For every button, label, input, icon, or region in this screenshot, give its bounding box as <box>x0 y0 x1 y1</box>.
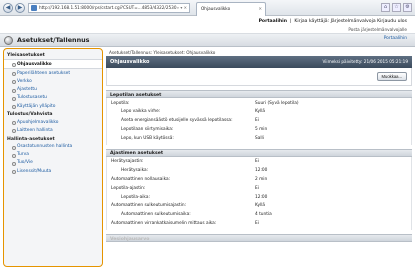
settings-row: Lepo, kun USB käytössä: Salli <box>107 134 411 143</box>
settings-row: Lepotilaan siirtymisaika: 5 min <box>107 125 411 134</box>
setting-value: Suuri (Syvä lepotila) <box>255 100 299 106</box>
sidebar-item[interactable]: Verkko <box>4 77 102 85</box>
main-content: Asetukset/Tallennus: Yleisasetukset: Ohj… <box>106 48 412 280</box>
setting-value: 5 min <box>255 126 268 132</box>
setting-value: Salli <box>255 135 264 141</box>
section-title: Ohjausvalikko <box>110 59 150 65</box>
setting-label: Lepotila-ajastin: <box>111 185 146 191</box>
app-title: Asetukset/Tallennus <box>17 36 90 44</box>
setting-label: Automaattinen nollausaika: <box>111 177 171 183</box>
edit-button[interactable]: Muokkaa... <box>376 72 407 81</box>
settings-row: Lepotila-ajastin: Ei <box>107 184 411 193</box>
sidebar: Yleisasetukset Ohjausvalikko Paperilähteen… <box>3 48 103 267</box>
home-icon[interactable]: ⌂ <box>381 3 390 12</box>
faded-group-heading: Vesiohjausarvo <box>106 234 412 243</box>
sidebar-item[interactable]: Ohjausvalikko <box>4 59 102 70</box>
setting-value: Kyllä <box>255 109 266 115</box>
setting-value: 12:00 <box>255 194 268 200</box>
settings-row: Herätysajastin: Ei <box>107 158 411 167</box>
setting-label: Automaattinen virrankatkaisumelin mittau… <box>111 221 217 227</box>
setting-value: Ei <box>255 159 259 165</box>
setting-label: Herätysaika: <box>121 168 149 174</box>
setting-value: Kyllä <box>255 203 266 209</box>
portal-top-link[interactable]: Portaalihin <box>259 19 287 24</box>
setting-label: Lepo vaikka virhe: <box>121 109 161 115</box>
contact-admin-link[interactable]: Posta järjestelmänvalvojalle <box>348 27 407 32</box>
setting-label: Lepotila: <box>111 100 130 106</box>
page-icon <box>31 5 37 11</box>
toolbar: Muokkaa... <box>106 68 412 86</box>
settings-rows: Herätysajastin: Ei Herätysaika: 12:00 Automa… <box>106 156 412 231</box>
sidebar-group-heading: Yleisasetukset <box>7 53 45 58</box>
address-text: http://192.168.1.51:8000/rps/cstart.cgi?… <box>39 5 177 10</box>
sidebar-item[interactable]: Laitteen hallinta <box>4 126 102 134</box>
section-header: Ohjausvalikko Viimeksi päivitetty: 21/06… <box>106 56 412 68</box>
sidebar-item[interactable]: Käyttäjän ylläpito <box>4 102 102 110</box>
settings-rows: Lepotila: Suuri (Syvä lepotila) Lepo vaikk… <box>106 98 412 145</box>
browser-chrome: ◀ ▶ http://192.168.1.51:8000/rps/cstart.… <box>0 0 415 16</box>
setting-label: Aseta energiansäästö etusijelle syvässä … <box>121 118 233 124</box>
portal-link[interactable]: Portaalihin <box>384 36 407 41</box>
sidebar-item[interactable]: Tuo/Vie <box>4 159 102 167</box>
sidebar-group-heading: Tulostus/Vahvista <box>7 112 53 118</box>
settings-group-heading: Lepotilan asetukset <box>106 90 412 98</box>
setting-label: Lepo, kun USB käytössä: <box>121 135 174 141</box>
window-controls: ⌂ ☆ ⚙ <box>381 3 412 12</box>
scroll-fade <box>106 250 412 280</box>
sidebar-item[interactable]: Tulostusasetu <box>4 94 102 102</box>
setting-value: Ei <box>255 185 259 191</box>
browser-tab[interactable]: Ohjausvalikko ✕ <box>196 2 266 16</box>
setting-label: Lepotilaan siirtymisaika: <box>121 126 174 132</box>
address-bar[interactable]: http://192.168.1.51:8000/rps/cstart.cgi?… <box>28 3 190 13</box>
sidebar-item[interactable]: Turva <box>4 151 102 159</box>
settings-group-heading: Ajastimen asetukset <box>106 148 412 157</box>
sidebar-group-heading: Hallinta-asetukset <box>7 136 55 142</box>
forward-icon[interactable]: ▶ <box>15 3 25 13</box>
sidebar-item[interactable]: Osastotunnusten hallinta <box>4 143 102 151</box>
setting-value: Ei <box>255 118 259 124</box>
sidebar-item[interactable]: Apuohjelmavalikko <box>4 118 102 126</box>
settings-row: Lepo vaikka virhe: Kyllä <box>107 108 411 117</box>
app-title-bar: Asetukset/Tallennus <box>0 34 415 47</box>
tab-title: Ohjausvalikko <box>201 6 231 11</box>
settings-row: Automaattinen sulkeutumisajastin: Kyllä <box>107 202 411 211</box>
last-updated: Viimeksi päivitetty: 21/06 2015 05:21:19 <box>322 59 409 64</box>
user-info: Portaalihin | Kirjaa käyttäjä: Järjestel… <box>258 19 407 24</box>
back-icon[interactable]: ◀ <box>3 3 13 13</box>
settings-row: Automaattinen sulkeutumisaika: 4 tuntia <box>107 211 411 220</box>
gear-icon[interactable]: ⚙ <box>403 3 412 12</box>
settings-logo-icon <box>4 36 13 45</box>
settings-row: Herätysaika: 12:00 <box>107 167 411 176</box>
search-icon[interactable]: ⌕ ▾ ✕ <box>177 4 187 12</box>
top-bar: Portaalihin | Kirjaa käyttäjä: Järjestel… <box>0 16 415 34</box>
sidebar-item[interactable]: Lisenssit/Muuta <box>4 167 102 175</box>
setting-value: 12:00 <box>255 168 268 174</box>
setting-label: Automaattinen sulkeutumisaika: <box>121 212 191 218</box>
sidebar-item[interactable]: Paperilähteen asetukset <box>4 69 102 77</box>
setting-value: Ei <box>255 221 259 227</box>
settings-row: Lepotila: Suuri (Syvä lepotila) <box>107 99 411 108</box>
tab-close-icon[interactable]: ✕ <box>258 6 262 11</box>
setting-value: 4 tuntia <box>255 212 272 218</box>
star-icon[interactable]: ☆ <box>392 3 401 12</box>
settings-row: Lepotila-aika: 12:00 <box>107 193 411 202</box>
settings-row: Automaattinen virrankatkaisumelin mittau… <box>107 220 411 229</box>
setting-label: Herätysajastin: <box>111 159 144 165</box>
setting-label: Lepotila-aika: <box>121 194 150 200</box>
breadcrumb: Asetukset/Tallennus: Yleisasetukset: Ohj… <box>109 50 216 55</box>
settings-row: Aseta energiansäästö etusijelle syvässä … <box>107 117 411 126</box>
setting-label: Automaattinen sulkeutumisajastin: <box>111 203 187 209</box>
sidebar-item[interactable]: Ajastettu <box>4 86 102 94</box>
settings-row: Automaattinen nollausaika: 2 min <box>107 176 411 185</box>
user-text: Kirjaa käyttäjä: Järjestelmänvalvoja Kir… <box>294 19 407 24</box>
setting-value: 2 min <box>255 177 268 183</box>
